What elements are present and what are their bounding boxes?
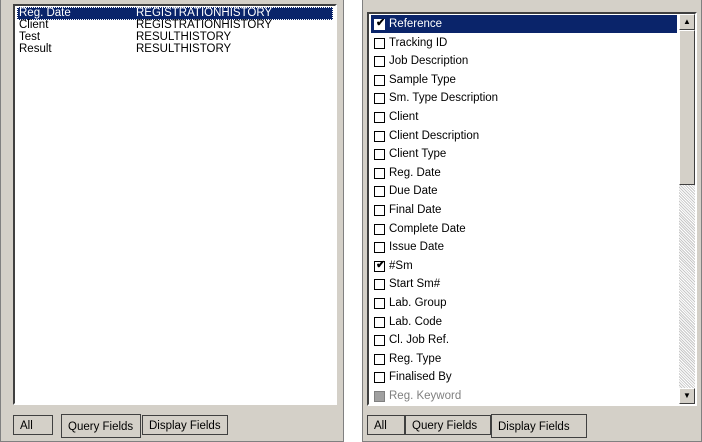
checklist-item-label: Lab. Code	[389, 315, 443, 328]
checklist-item-label: #Sm	[389, 259, 413, 272]
checkmark-icon: ✔	[376, 17, 386, 29]
checklist-item[interactable]: Sample Type	[371, 71, 677, 89]
checklist-item[interactable]: Finalised By	[371, 368, 677, 386]
checklist-item[interactable]: Client Type	[371, 145, 677, 163]
tab-all[interactable]: All	[13, 415, 53, 435]
checklist-item[interactable]: ✔ #Sm	[371, 257, 677, 275]
checklist-item-label: Client	[389, 111, 419, 123]
checkbox[interactable]: ✔	[374, 258, 386, 272]
checklist-item[interactable]: Issue Date	[371, 238, 677, 256]
checklist-item-label: Sample Type	[389, 73, 456, 86]
scrollbar-thumb[interactable]	[679, 30, 695, 185]
checklist-item-label: Job Description	[389, 55, 469, 68]
checklist-item-label: Reg. Date	[389, 166, 441, 179]
list-item[interactable]: Result RESULTHISTORY	[17, 43, 333, 56]
query-fields-panel: Reg. Date REGISTRATIONHISTORY Client REGIST…	[0, 0, 344, 442]
checklist-item[interactable]: Client Description	[371, 127, 677, 145]
checklist-item-label: Finalised By	[389, 371, 452, 384]
checkbox[interactable]	[374, 372, 385, 384]
checkbox[interactable]	[374, 186, 385, 198]
checklist-item-label: Start Sm#	[389, 278, 441, 291]
tab-query-fields[interactable]: Query Fields	[405, 415, 491, 435]
checklist-item[interactable]: Tracking ID	[371, 34, 677, 52]
checklist-item[interactable]: Cl. Job Ref.	[371, 331, 677, 349]
checkbox[interactable]	[374, 335, 385, 347]
checklist-item-label: Sm. Type Description	[389, 92, 499, 105]
checklist-item[interactable]: Job Description	[371, 52, 677, 70]
checklist-item-label: Complete Date	[389, 222, 466, 235]
checklist-item[interactable]: ✔ Reference	[371, 15, 677, 33]
checkbox[interactable]	[374, 37, 385, 49]
scroll-up-arrow-icon[interactable]: ▲	[679, 14, 695, 30]
checkbox[interactable]	[374, 353, 385, 365]
vertical-scrollbar[interactable]: ▲ ▼	[679, 14, 695, 404]
checkbox[interactable]	[374, 74, 385, 86]
checkbox[interactable]	[374, 391, 385, 402]
checkbox[interactable]	[374, 279, 385, 291]
display-fields-checklist[interactable]: ✔ Reference Tracking ID Job Description Samp…	[367, 12, 697, 406]
checkbox[interactable]	[374, 316, 385, 328]
tab-display-fields[interactable]: Display Fields	[491, 414, 587, 438]
checkbox[interactable]	[374, 130, 385, 142]
scroll-down-arrow-icon[interactable]: ▼	[679, 388, 695, 404]
checkbox[interactable]	[374, 205, 385, 216]
checklist-item-label: Reg. Keyword	[389, 390, 462, 402]
checklist-item[interactable]: Final Date	[371, 201, 677, 219]
tab-query-fields[interactable]: Query Fields	[61, 414, 141, 438]
checkbox[interactable]	[374, 167, 385, 179]
left-tab-strip: All Query Fields Display Fields	[1, 411, 343, 441]
tab-all[interactable]: All	[367, 415, 405, 435]
checklist-item[interactable]: Lab. Code	[371, 313, 677, 331]
checklist-item[interactable]: Complete Date	[371, 220, 677, 238]
checkbox[interactable]: ✔	[374, 17, 386, 30]
checklist-item[interactable]: Lab. Group	[371, 294, 677, 312]
table-name: RESULTHISTORY	[136, 43, 232, 55]
checklist-item[interactable]: Reg. Type	[371, 350, 677, 368]
checklist-item-label: Reference	[389, 18, 443, 30]
checkmark-icon: ✔	[376, 258, 386, 271]
checklist-item[interactable]: Reg. Keyword	[371, 387, 677, 404]
checkbox[interactable]	[374, 93, 385, 105]
checklist-item[interactable]: Start Sm#	[371, 275, 677, 293]
checkbox[interactable]	[374, 149, 385, 161]
checklist-item-label: Lab. Group	[389, 297, 447, 309]
checklist-item-label: Cl. Job Ref.	[389, 334, 450, 347]
checkbox[interactable]	[374, 112, 385, 123]
checklist-item-label: Reg. Type	[389, 352, 442, 365]
query-fields-list[interactable]: Reg. Date REGISTRATIONHISTORY Client REGIST…	[13, 4, 337, 405]
tab-display-fields[interactable]: Display Fields	[142, 415, 228, 435]
display-fields-panel: ✔ Reference Tracking ID Job Description Samp…	[362, 0, 702, 442]
checklist-item-label: Issue Date	[389, 241, 444, 254]
checklist-item-label: Client Description	[389, 129, 480, 142]
checklist-item-label: Tracking ID	[389, 36, 448, 49]
checkbox[interactable]	[374, 223, 385, 235]
checklist-item-label: Client Type	[389, 148, 447, 161]
field-name: Result	[19, 43, 52, 55]
checklist-item[interactable]: Client	[371, 108, 677, 126]
checkbox[interactable]	[374, 56, 385, 68]
checklist-item-label: Final Date	[389, 204, 442, 216]
checklist-item[interactable]: Sm. Type Description	[371, 89, 677, 107]
checklist-item-label: Due Date	[389, 185, 438, 198]
right-tab-strip: All Query Fields Display Fields	[363, 411, 701, 441]
checklist-item[interactable]: Due Date	[371, 182, 677, 200]
checkbox[interactable]	[374, 242, 385, 254]
checkbox[interactable]	[374, 298, 385, 309]
checklist-item[interactable]: Reg. Date	[371, 164, 677, 182]
